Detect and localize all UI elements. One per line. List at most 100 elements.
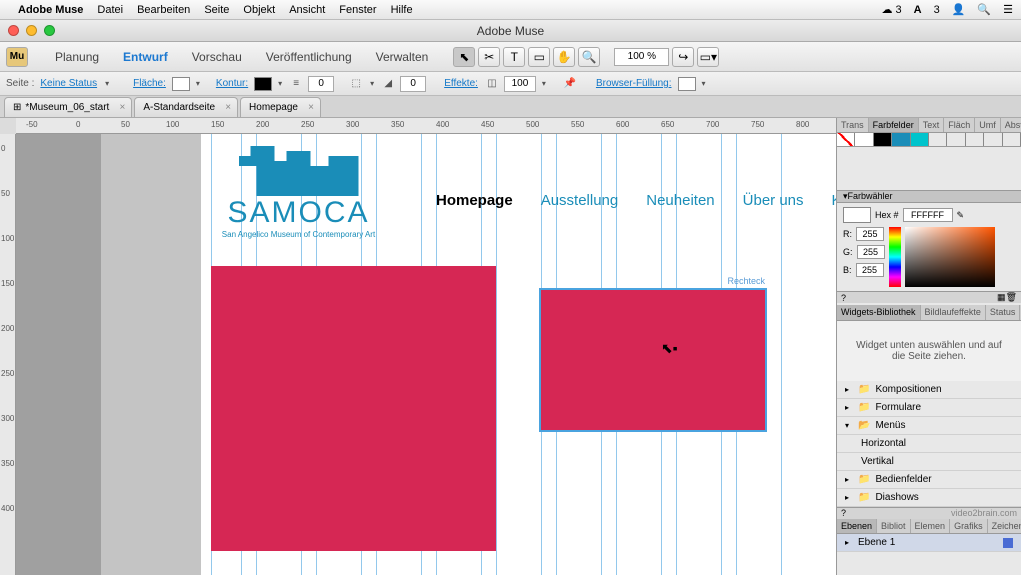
opacity[interactable]: [504, 76, 536, 92]
color-field[interactable]: [905, 227, 995, 287]
menu-icon[interactable]: ☰: [1003, 3, 1013, 16]
browser-fill-swatch[interactable]: [678, 77, 696, 91]
crop-tool[interactable]: ✂: [478, 47, 500, 67]
panel-tab-bildlauf[interactable]: Bildlaufeffekte: [921, 305, 986, 319]
eyedropper-icon[interactable]: ✎: [957, 210, 965, 221]
corner-radius[interactable]: [400, 76, 426, 92]
nav-k[interactable]: K: [832, 192, 836, 209]
cat-menus-horizontal[interactable]: Horizontal: [837, 435, 1021, 453]
chevron-down-icon[interactable]: ▾: [196, 79, 200, 88]
cat-menus[interactable]: ▾📂Menüs: [837, 417, 1021, 435]
seite-value[interactable]: Keine Status: [40, 78, 97, 89]
nav-ausstellung[interactable]: Ausstellung: [541, 192, 619, 209]
r-input[interactable]: [856, 227, 884, 241]
chevron-down-icon[interactable]: ▾: [542, 79, 546, 88]
effects-icon[interactable]: ◫: [484, 76, 500, 92]
trash-icon[interactable]: 🗑: [1006, 292, 1017, 303]
rectangle-large[interactable]: [211, 266, 496, 551]
panel-tab-trans[interactable]: Trans: [837, 118, 869, 132]
swatch-black[interactable]: [874, 133, 892, 146]
rectangle-small-selected[interactable]: Rechteck ⬉▪: [539, 288, 767, 432]
preview-button[interactable]: ↪: [672, 47, 694, 67]
cat-kompositionen[interactable]: ▸📁Kompositionen: [837, 381, 1021, 399]
close-icon[interactable]: ×: [119, 102, 125, 113]
close-icon[interactable]: ×: [225, 102, 231, 113]
zoom-level[interactable]: [614, 48, 669, 66]
user-icon[interactable]: 👤: [952, 3, 966, 16]
effekte-label[interactable]: Effekte:: [444, 78, 478, 89]
menu-seite[interactable]: Seite: [204, 4, 229, 16]
pin-icon[interactable]: 📌: [562, 76, 578, 92]
minimize-window-button[interactable]: [26, 25, 37, 36]
selection-tool[interactable]: ⬉: [453, 47, 475, 67]
panel-tab-bibliot[interactable]: Bibliot: [877, 519, 911, 533]
panel-tab-grafik[interactable]: Grafiks: [950, 519, 988, 533]
rectangle-tool[interactable]: ▭: [528, 47, 550, 67]
doc-tab-standardseite[interactable]: A-Standardseite ×: [134, 97, 238, 117]
zoom-window-button[interactable]: [44, 25, 55, 36]
menu-fenster[interactable]: Fenster: [339, 4, 376, 16]
tab-entwurf[interactable]: Entwurf: [112, 47, 179, 67]
b-input[interactable]: [856, 263, 884, 277]
help-icon[interactable]: ?: [841, 508, 846, 518]
cloud-icon[interactable]: ☁ 3: [881, 3, 901, 16]
tab-verwalten[interactable]: Verwalten: [365, 47, 440, 67]
app-name[interactable]: Adobe Muse: [18, 4, 83, 16]
panel-tab-ebenen[interactable]: Ebenen: [837, 519, 877, 533]
chevron-down-icon[interactable]: ▾: [105, 79, 109, 88]
panel-tab-zeichen[interactable]: Zeichen: [988, 519, 1021, 533]
hex-input[interactable]: [903, 208, 953, 222]
nav-ueberuns[interactable]: Über uns: [743, 192, 804, 209]
responsive-button[interactable]: ▭▾: [697, 47, 719, 67]
nav-homepage[interactable]: Homepage: [436, 192, 513, 209]
tab-veroeffentlichung[interactable]: Veröffentlichung: [255, 47, 363, 67]
swatch-empty[interactable]: [966, 133, 984, 146]
swatch-blue[interactable]: [892, 133, 910, 146]
cat-diashows[interactable]: ▸📁Diashows: [837, 489, 1021, 507]
swatch-teal[interactable]: [911, 133, 929, 146]
browserfill-label[interactable]: Browser-Füllung:: [596, 78, 672, 89]
panel-tab-status[interactable]: Status: [986, 305, 1021, 319]
panel-tab-text[interactable]: Text: [919, 118, 945, 132]
swatch-white[interactable]: [855, 133, 873, 146]
hand-tool[interactable]: ✋: [553, 47, 575, 67]
stroke-swatch[interactable]: [254, 77, 272, 91]
new-icon[interactable]: ▦: [997, 292, 1006, 303]
chevron-down-icon[interactable]: ▾: [278, 79, 282, 88]
panel-tab-flach[interactable]: Fläch: [944, 118, 975, 132]
panel-header-farbwaehler[interactable]: ▾ Farbwähler: [837, 190, 1021, 204]
doc-tab-museum[interactable]: ⊞ *Museum_06_start ×: [4, 97, 132, 117]
cat-formulare[interactable]: ▸📁Formulare: [837, 399, 1021, 417]
tab-planung[interactable]: Planung: [44, 47, 110, 67]
nav-neuheiten[interactable]: Neuheiten: [646, 192, 714, 209]
stroke-weight[interactable]: [308, 76, 334, 92]
canvas[interactable]: SAMOCA San Angelico Museum of Contempora…: [16, 134, 836, 575]
layer-row[interactable]: ▸ Ebene 1: [837, 534, 1021, 552]
page[interactable]: SAMOCA San Angelico Museum of Contempora…: [201, 134, 836, 575]
swatch-empty[interactable]: [984, 133, 1002, 146]
menu-objekt[interactable]: Objekt: [243, 4, 275, 16]
swatch-empty[interactable]: [947, 133, 965, 146]
tab-vorschau[interactable]: Vorschau: [181, 47, 253, 67]
panel-tab-farbfelder[interactable]: Farbfelder: [869, 118, 919, 132]
doc-tab-homepage[interactable]: Homepage ×: [240, 97, 321, 117]
cat-bedienfelder[interactable]: ▸📁Bedienfelder: [837, 471, 1021, 489]
chevron-down-icon[interactable]: ▾: [702, 79, 706, 88]
panel-tab-absta[interactable]: Absta: [1001, 118, 1021, 132]
g-input[interactable]: [857, 245, 885, 259]
panel-tab-elemen[interactable]: Elemen: [911, 519, 951, 533]
swatch-empty[interactable]: [1003, 133, 1021, 146]
text-tool[interactable]: T: [503, 47, 525, 67]
flache-label[interactable]: Fläche:: [133, 78, 166, 89]
menu-datei[interactable]: Datei: [97, 4, 123, 16]
fill-swatch[interactable]: [172, 77, 190, 91]
adobe-a-icon[interactable]: A: [914, 4, 922, 16]
close-window-button[interactable]: [8, 25, 19, 36]
menu-ansicht[interactable]: Ansicht: [289, 4, 325, 16]
panel-tab-umf[interactable]: Umf: [975, 118, 1001, 132]
cat-menus-vertikal[interactable]: Vertikal: [837, 453, 1021, 471]
menu-hilfe[interactable]: Hilfe: [391, 4, 413, 16]
swatch-empty[interactable]: [929, 133, 947, 146]
panel-tab-widgets[interactable]: Widgets-Bibliothek: [837, 305, 921, 319]
hue-slider[interactable]: [889, 227, 901, 287]
